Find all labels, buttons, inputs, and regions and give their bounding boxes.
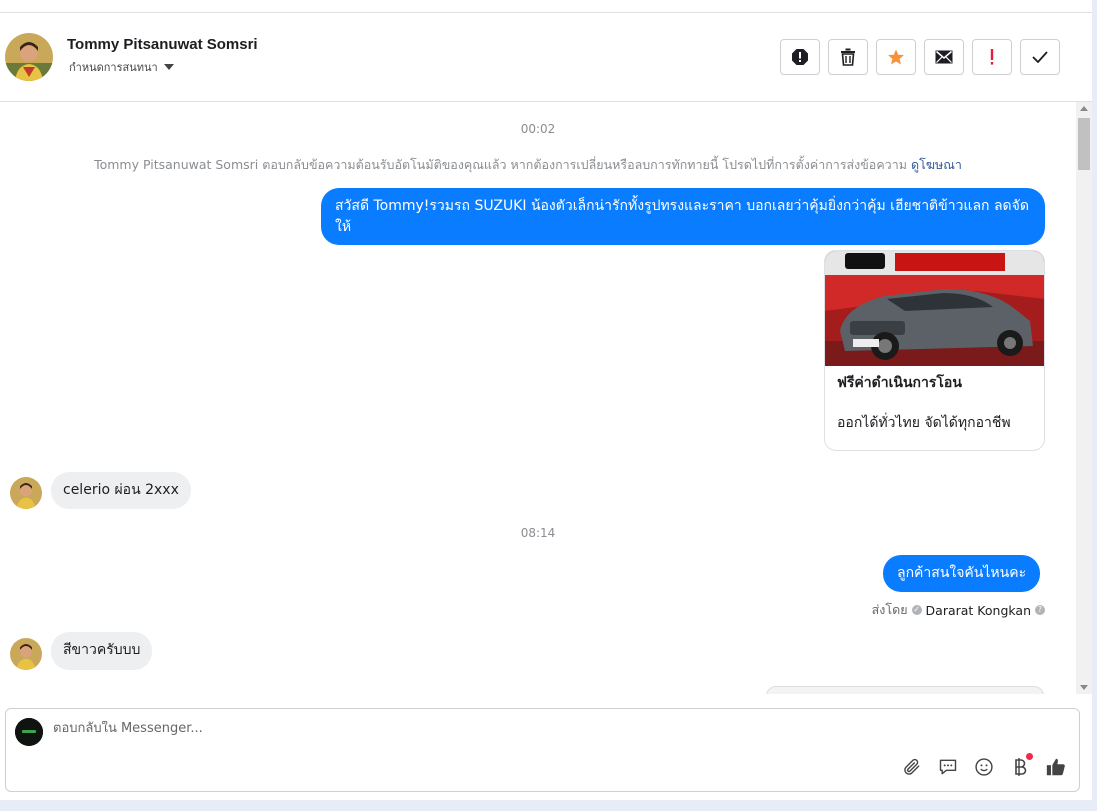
saved-replies-button[interactable] xyxy=(937,756,959,778)
conversation-actions xyxy=(780,39,1060,75)
smiley-icon xyxy=(975,758,993,776)
check-circle-icon: ✓ xyxy=(911,605,922,615)
envelope-icon xyxy=(935,50,953,64)
payment-button[interactable] xyxy=(1009,753,1033,778)
contact-avatar[interactable] xyxy=(5,33,53,81)
reply-input[interactable] xyxy=(53,721,853,736)
notification-dot xyxy=(1026,753,1033,760)
emoji-button[interactable] xyxy=(973,756,995,778)
mark-done-button[interactable] xyxy=(1020,39,1060,75)
contact-avatar-small xyxy=(10,477,42,509)
delete-button[interactable] xyxy=(828,39,868,75)
ad-card-title: ฟรีค่าดำเนินการโอน xyxy=(837,375,962,391)
conversation-header: Tommy Pitsanuwat Somsri กำหนดการสนทนา xyxy=(0,13,1092,102)
help-icon[interactable]: ? xyxy=(1035,605,1045,615)
exclamation-icon xyxy=(990,49,994,65)
message-thread[interactable]: 00:02 Tommy Pitsanuwat Somsri ตอบกลับข้อ… xyxy=(0,102,1076,694)
star-button[interactable] xyxy=(876,39,916,75)
flag-important-button[interactable] xyxy=(972,39,1012,75)
scroll-down-arrow-icon[interactable] xyxy=(1080,685,1088,690)
check-icon xyxy=(1032,51,1048,63)
view-ad-link[interactable]: ดูโฆษณา xyxy=(911,157,962,172)
baht-icon xyxy=(1015,758,1027,776)
attach-button[interactable] xyxy=(901,756,923,778)
timestamp: 00:02 xyxy=(520,122,556,136)
report-spam-button[interactable] xyxy=(780,39,820,75)
outgoing-message[interactable]: ลูกค้าสนใจคันไหนคะ xyxy=(883,555,1041,592)
thread-scrollbar[interactable] xyxy=(1076,102,1092,694)
paperclip-icon xyxy=(904,758,920,775)
incoming-message[interactable]: สีขาวครับบบ xyxy=(51,632,153,670)
trash-icon xyxy=(841,48,855,66)
assign-label: กำหนดการสนทนา xyxy=(69,61,158,74)
chat-bubble-icon xyxy=(939,759,957,775)
sent-by-label: ส่งโดย xyxy=(871,602,908,617)
system-note: Tommy Pitsanuwat Somsri ตอบกลับข้อความต้… xyxy=(0,155,1056,175)
incoming-message[interactable]: celerio ผ่อน 2xxx xyxy=(51,472,191,509)
star-icon xyxy=(888,49,904,65)
sent-by-info: ส่งโดย ✓ Dararat Kongkan ? xyxy=(872,600,1045,620)
ad-card-subtitle: ออกได้ทั่วไทย จัดได้ทุกอาชีพ xyxy=(837,415,1011,431)
caret-down-icon xyxy=(163,64,174,70)
exclamation-octagon-icon xyxy=(792,49,808,65)
thumbs-up-icon xyxy=(1046,758,1065,776)
ad-card[interactable]: ฟรีค่าดำเนินการโอน ออกได้ทั่วไทย จัดได้ท… xyxy=(824,250,1045,451)
attachment-preview-peek[interactable] xyxy=(766,686,1044,694)
inbox-conversation-panel: Tommy Pitsanuwat Somsri กำหนดการสนทนา 00… xyxy=(0,0,1092,800)
car-ad-image xyxy=(825,251,1044,366)
mark-unread-button[interactable] xyxy=(924,39,964,75)
composer-tools xyxy=(901,753,1067,778)
like-button[interactable] xyxy=(1045,756,1067,778)
contact-name[interactable]: Tommy Pitsanuwat Somsri xyxy=(67,36,258,53)
message-composer xyxy=(5,708,1080,792)
assign-conversation-dropdown[interactable]: กำหนดการสนทนา xyxy=(69,58,174,76)
scroll-thumb[interactable] xyxy=(1078,118,1090,170)
timestamp: 08:14 xyxy=(520,526,556,540)
sent-by-name: Dararat Kongkan xyxy=(925,602,1031,618)
system-note-text: Tommy Pitsanuwat Somsri ตอบกลับข้อความต้… xyxy=(94,157,907,172)
scroll-up-arrow-icon[interactable] xyxy=(1080,106,1088,111)
page-avatar xyxy=(15,718,43,746)
contact-avatar-small xyxy=(10,638,42,670)
outgoing-message[interactable]: สวัสดี Tommy!รวมรถ SUZUKI น้องตัวเล็กน่า… xyxy=(321,188,1045,245)
